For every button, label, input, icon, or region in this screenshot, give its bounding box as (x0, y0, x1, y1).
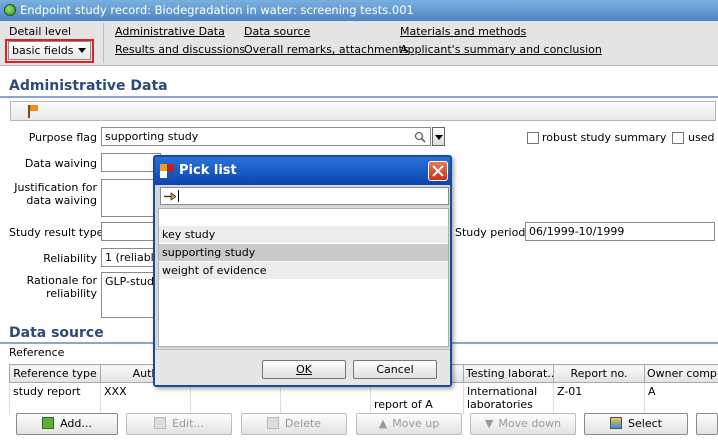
pick-list-dialog: Pick list key study supporting study wei… (153, 155, 452, 387)
list-item-selected[interactable]: supporting study (159, 244, 448, 261)
select-icon (610, 417, 623, 429)
table-cell: XXX (100, 382, 191, 415)
delete-icon (266, 417, 279, 429)
move-down-button[interactable]: ▼ Move down (470, 413, 576, 435)
pick-list-search-input[interactable] (160, 187, 449, 205)
robust-study-summary-checkbox[interactable] (527, 132, 539, 144)
arrow-down-icon: ▼ (484, 417, 494, 430)
section-heading-administrative-data: Administrative Data (9, 78, 168, 94)
table-cell: report of A (370, 382, 464, 415)
ok-button[interactable]: OK (262, 360, 346, 379)
add-icon (42, 417, 55, 429)
data-waiving-label: Data waiving (24, 157, 97, 170)
select-button-label: Select (628, 417, 662, 430)
dialog-button-bar: OK Cancel (155, 349, 450, 385)
edit-button-label: Edit... (172, 417, 204, 430)
purpose-flag-label: Purpose flag (28, 131, 97, 144)
pick-list-title: Pick list (179, 163, 237, 178)
column-header[interactable]: Owner comp (644, 364, 718, 383)
table-cell: study report (9, 382, 101, 415)
list-item[interactable]: key study (159, 226, 448, 243)
app-icon (4, 4, 16, 16)
nav-link-data-source[interactable]: Data source (244, 25, 310, 38)
purpose-flag-dropdown-button[interactable] (432, 127, 445, 146)
search-icon (414, 131, 426, 143)
window-title-bar: Endpoint study record: Biodegradation in… (0, 0, 718, 21)
delete-button-label: Delete (284, 417, 322, 430)
nav-link-administrative-data[interactable]: Administrative Data (115, 25, 225, 38)
nav-link-results-and-discussions[interactable]: Results and discussions (115, 43, 245, 56)
table-cell: Z-01 (553, 382, 645, 415)
rationale-label: Rationale for reliability (26, 274, 97, 300)
pick-list-options: key study supporting study weight of evi… (158, 208, 449, 347)
chevron-down-icon (78, 48, 86, 53)
reliability-label: Reliability (43, 252, 97, 265)
arrow-up-icon: ▲ (378, 417, 388, 430)
study-period-label: Study period (455, 226, 526, 239)
study-period-value: 06/1999-10/1999 (529, 225, 625, 238)
table-cell (190, 382, 281, 415)
delete-button[interactable]: Delete (241, 413, 347, 435)
data-waiving-select[interactable] (101, 153, 161, 172)
nav-link-applicants-summary[interactable]: Applicant's summary and conclusion (400, 43, 602, 56)
add-button-label: Add... (60, 417, 92, 430)
column-header[interactable]: Testing laborat... (463, 364, 554, 383)
reference-label: Reference (9, 346, 65, 359)
justification-label: Justification for data waiving (14, 181, 97, 207)
study-result-type-label: Study result type (9, 226, 104, 239)
divider (103, 23, 104, 63)
divider (0, 96, 718, 98)
edit-button[interactable]: Edit... (126, 413, 232, 435)
pick-list-title-bar: Pick list (155, 157, 450, 185)
column-header[interactable]: Reference type (9, 364, 101, 383)
used-for-label: used f (688, 131, 718, 144)
detail-level-select[interactable]: basic fields (8, 41, 91, 60)
move-down-button-label: Move down (498, 417, 562, 430)
table-cell: A (644, 382, 718, 415)
section-heading-data-source: Data source (9, 325, 104, 341)
purpose-flag-input[interactable]: supporting study (101, 127, 431, 146)
nav-link-overall-remarks[interactable]: Overall remarks, attachments (244, 43, 409, 56)
rationale-textarea[interactable]: GLP-study (101, 272, 161, 318)
table-cell: International laboratories (463, 382, 554, 415)
list-item[interactable]: weight of evidence (159, 262, 448, 279)
filter-icon (164, 192, 176, 201)
column-header[interactable]: Report no. (553, 364, 645, 383)
table-cell (280, 382, 371, 415)
detail-level-value: basic fields (12, 44, 74, 57)
justification-textarea[interactable] (101, 179, 161, 217)
flag-toolbar (10, 101, 716, 121)
more-button[interactable] (696, 413, 718, 435)
study-period-input[interactable]: 06/1999-10/1999 (525, 222, 715, 241)
edit-icon (154, 417, 167, 429)
flag-icon[interactable] (28, 105, 38, 118)
text-cursor (178, 190, 179, 202)
table-row[interactable]: study report XXX report of A Internation… (9, 382, 718, 415)
move-up-button[interactable]: ▲ Move up (356, 413, 462, 435)
reliability-select[interactable]: 1 (reliable (101, 248, 161, 267)
select-button[interactable]: Select (584, 413, 688, 435)
nav-link-materials-and-methods[interactable]: Materials and methods (400, 25, 526, 38)
window-title: Endpoint study record: Biodegradation in… (20, 3, 414, 17)
app-logo-icon (160, 164, 174, 178)
close-button[interactable] (428, 161, 448, 181)
used-for-checkbox[interactable] (672, 132, 684, 144)
add-button[interactable]: Add... (16, 413, 118, 435)
study-result-type-select[interactable] (101, 222, 161, 241)
robust-study-summary-label: robust study summary (542, 131, 667, 144)
cancel-button[interactable]: Cancel (353, 360, 437, 379)
detail-level-label: Detail level (9, 25, 72, 38)
move-up-button-label: Move up (392, 417, 440, 430)
purpose-flag-value: supporting study (105, 130, 199, 143)
